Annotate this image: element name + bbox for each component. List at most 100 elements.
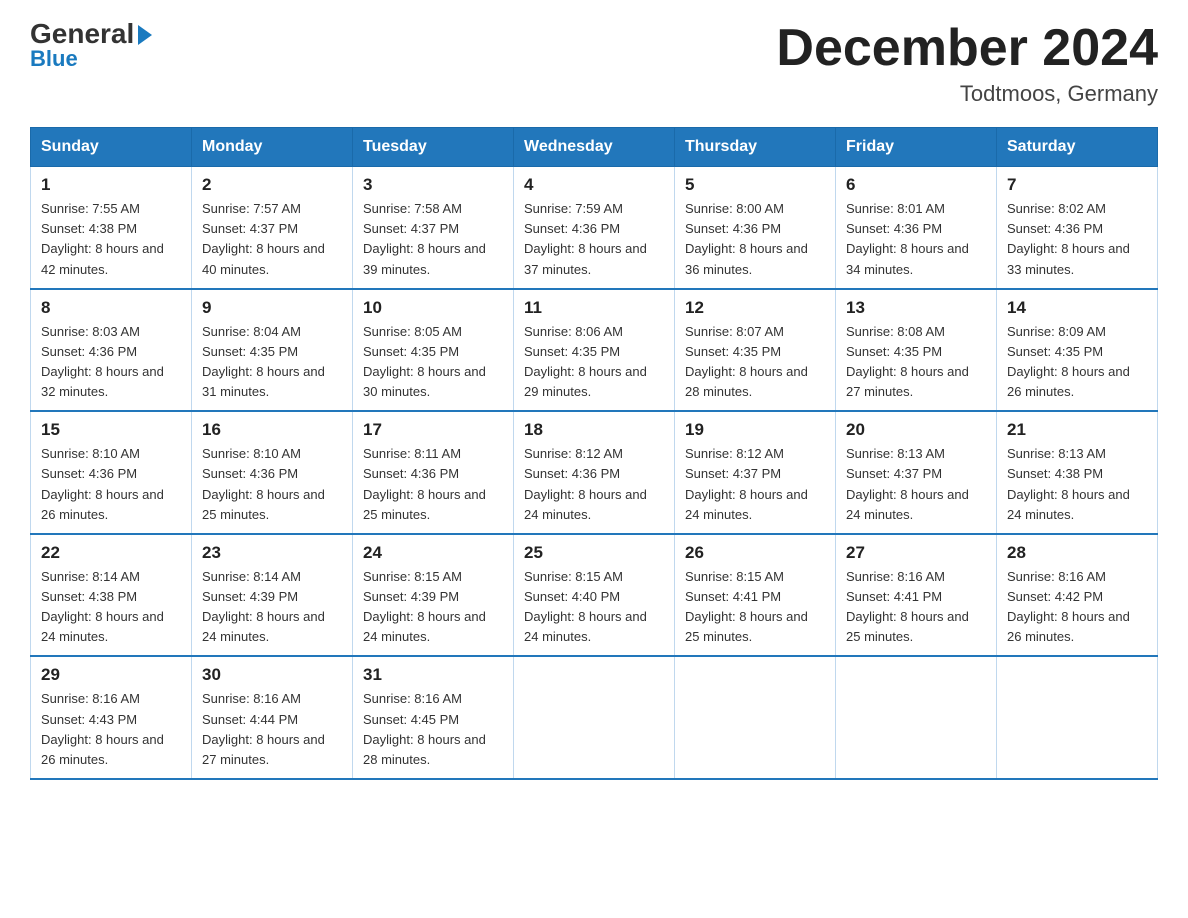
- day-info: Sunrise: 8:06 AM Sunset: 4:35 PM Dayligh…: [524, 322, 664, 403]
- days-header-row: SundayMondayTuesdayWednesdayThursdayFrid…: [31, 128, 1158, 167]
- day-number: 10: [363, 298, 503, 318]
- day-info: Sunrise: 8:15 AM Sunset: 4:41 PM Dayligh…: [685, 567, 825, 648]
- day-number: 6: [846, 175, 986, 195]
- day-info: Sunrise: 8:16 AM Sunset: 4:41 PM Dayligh…: [846, 567, 986, 648]
- day-cell: 1 Sunrise: 7:55 AM Sunset: 4:38 PM Dayli…: [31, 167, 192, 289]
- day-number: 7: [1007, 175, 1147, 195]
- day-info: Sunrise: 7:57 AM Sunset: 4:37 PM Dayligh…: [202, 199, 342, 280]
- day-info: Sunrise: 8:09 AM Sunset: 4:35 PM Dayligh…: [1007, 322, 1147, 403]
- day-number: 2: [202, 175, 342, 195]
- day-info: Sunrise: 8:01 AM Sunset: 4:36 PM Dayligh…: [846, 199, 986, 280]
- day-header-monday: Monday: [192, 128, 353, 167]
- day-info: Sunrise: 8:10 AM Sunset: 4:36 PM Dayligh…: [41, 444, 181, 525]
- day-number: 9: [202, 298, 342, 318]
- day-number: 19: [685, 420, 825, 440]
- day-info: Sunrise: 8:14 AM Sunset: 4:39 PM Dayligh…: [202, 567, 342, 648]
- day-cell: 20 Sunrise: 8:13 AM Sunset: 4:37 PM Dayl…: [836, 411, 997, 534]
- title-block: December 2024 Todtmoos, Germany: [776, 20, 1158, 107]
- day-cell: 15 Sunrise: 8:10 AM Sunset: 4:36 PM Dayl…: [31, 411, 192, 534]
- day-number: 15: [41, 420, 181, 440]
- day-cell: 31 Sunrise: 8:16 AM Sunset: 4:45 PM Dayl…: [353, 656, 514, 779]
- day-number: 3: [363, 175, 503, 195]
- month-title: December 2024: [776, 20, 1158, 77]
- day-info: Sunrise: 8:07 AM Sunset: 4:35 PM Dayligh…: [685, 322, 825, 403]
- day-info: Sunrise: 8:04 AM Sunset: 4:35 PM Dayligh…: [202, 322, 342, 403]
- day-cell: [836, 656, 997, 779]
- day-cell: 13 Sunrise: 8:08 AM Sunset: 4:35 PM Dayl…: [836, 289, 997, 412]
- day-info: Sunrise: 8:13 AM Sunset: 4:38 PM Dayligh…: [1007, 444, 1147, 525]
- day-info: Sunrise: 8:12 AM Sunset: 4:37 PM Dayligh…: [685, 444, 825, 525]
- day-cell: 22 Sunrise: 8:14 AM Sunset: 4:38 PM Dayl…: [31, 534, 192, 657]
- day-info: Sunrise: 8:15 AM Sunset: 4:40 PM Dayligh…: [524, 567, 664, 648]
- day-number: 26: [685, 543, 825, 563]
- day-cell: 27 Sunrise: 8:16 AM Sunset: 4:41 PM Dayl…: [836, 534, 997, 657]
- day-info: Sunrise: 8:12 AM Sunset: 4:36 PM Dayligh…: [524, 444, 664, 525]
- day-number: 21: [1007, 420, 1147, 440]
- day-cell: 16 Sunrise: 8:10 AM Sunset: 4:36 PM Dayl…: [192, 411, 353, 534]
- day-cell: 30 Sunrise: 8:16 AM Sunset: 4:44 PM Dayl…: [192, 656, 353, 779]
- day-header-tuesday: Tuesday: [353, 128, 514, 167]
- day-cell: 17 Sunrise: 8:11 AM Sunset: 4:36 PM Dayl…: [353, 411, 514, 534]
- day-cell: 28 Sunrise: 8:16 AM Sunset: 4:42 PM Dayl…: [997, 534, 1158, 657]
- day-cell: 10 Sunrise: 8:05 AM Sunset: 4:35 PM Dayl…: [353, 289, 514, 412]
- page-header: General Blue December 2024 Todtmoos, Ger…: [30, 20, 1158, 107]
- day-cell: 23 Sunrise: 8:14 AM Sunset: 4:39 PM Dayl…: [192, 534, 353, 657]
- logo-blue-text: Blue: [30, 46, 78, 72]
- day-header-wednesday: Wednesday: [514, 128, 675, 167]
- day-header-friday: Friday: [836, 128, 997, 167]
- day-number: 22: [41, 543, 181, 563]
- day-info: Sunrise: 8:10 AM Sunset: 4:36 PM Dayligh…: [202, 444, 342, 525]
- day-number: 4: [524, 175, 664, 195]
- day-number: 23: [202, 543, 342, 563]
- day-cell: 12 Sunrise: 8:07 AM Sunset: 4:35 PM Dayl…: [675, 289, 836, 412]
- day-number: 8: [41, 298, 181, 318]
- day-info: Sunrise: 8:16 AM Sunset: 4:42 PM Dayligh…: [1007, 567, 1147, 648]
- day-cell: 24 Sunrise: 8:15 AM Sunset: 4:39 PM Dayl…: [353, 534, 514, 657]
- day-cell: 18 Sunrise: 8:12 AM Sunset: 4:36 PM Dayl…: [514, 411, 675, 534]
- day-header-sunday: Sunday: [31, 128, 192, 167]
- day-header-thursday: Thursday: [675, 128, 836, 167]
- day-cell: 8 Sunrise: 8:03 AM Sunset: 4:36 PM Dayli…: [31, 289, 192, 412]
- day-number: 31: [363, 665, 503, 685]
- location: Todtmoos, Germany: [776, 81, 1158, 107]
- week-row-1: 1 Sunrise: 7:55 AM Sunset: 4:38 PM Dayli…: [31, 167, 1158, 289]
- calendar-table: SundayMondayTuesdayWednesdayThursdayFrid…: [30, 127, 1158, 780]
- day-cell: 2 Sunrise: 7:57 AM Sunset: 4:37 PM Dayli…: [192, 167, 353, 289]
- logo: General Blue: [30, 20, 152, 72]
- day-number: 29: [41, 665, 181, 685]
- day-cell: [514, 656, 675, 779]
- day-info: Sunrise: 8:14 AM Sunset: 4:38 PM Dayligh…: [41, 567, 181, 648]
- day-cell: 21 Sunrise: 8:13 AM Sunset: 4:38 PM Dayl…: [997, 411, 1158, 534]
- day-number: 24: [363, 543, 503, 563]
- week-row-2: 8 Sunrise: 8:03 AM Sunset: 4:36 PM Dayli…: [31, 289, 1158, 412]
- day-cell: 4 Sunrise: 7:59 AM Sunset: 4:36 PM Dayli…: [514, 167, 675, 289]
- day-cell: 25 Sunrise: 8:15 AM Sunset: 4:40 PM Dayl…: [514, 534, 675, 657]
- week-row-4: 22 Sunrise: 8:14 AM Sunset: 4:38 PM Dayl…: [31, 534, 1158, 657]
- day-info: Sunrise: 8:16 AM Sunset: 4:43 PM Dayligh…: [41, 689, 181, 770]
- day-number: 25: [524, 543, 664, 563]
- day-info: Sunrise: 8:13 AM Sunset: 4:37 PM Dayligh…: [846, 444, 986, 525]
- day-number: 27: [846, 543, 986, 563]
- day-cell: [997, 656, 1158, 779]
- day-info: Sunrise: 8:00 AM Sunset: 4:36 PM Dayligh…: [685, 199, 825, 280]
- day-number: 17: [363, 420, 503, 440]
- day-header-saturday: Saturday: [997, 128, 1158, 167]
- day-cell: 14 Sunrise: 8:09 AM Sunset: 4:35 PM Dayl…: [997, 289, 1158, 412]
- day-info: Sunrise: 8:16 AM Sunset: 4:45 PM Dayligh…: [363, 689, 503, 770]
- day-cell: 26 Sunrise: 8:15 AM Sunset: 4:41 PM Dayl…: [675, 534, 836, 657]
- day-number: 28: [1007, 543, 1147, 563]
- day-cell: 6 Sunrise: 8:01 AM Sunset: 4:36 PM Dayli…: [836, 167, 997, 289]
- day-number: 30: [202, 665, 342, 685]
- day-info: Sunrise: 8:03 AM Sunset: 4:36 PM Dayligh…: [41, 322, 181, 403]
- day-info: Sunrise: 8:11 AM Sunset: 4:36 PM Dayligh…: [363, 444, 503, 525]
- day-cell: 3 Sunrise: 7:58 AM Sunset: 4:37 PM Dayli…: [353, 167, 514, 289]
- day-number: 18: [524, 420, 664, 440]
- day-info: Sunrise: 7:59 AM Sunset: 4:36 PM Dayligh…: [524, 199, 664, 280]
- day-cell: 9 Sunrise: 8:04 AM Sunset: 4:35 PM Dayli…: [192, 289, 353, 412]
- day-info: Sunrise: 8:05 AM Sunset: 4:35 PM Dayligh…: [363, 322, 503, 403]
- day-number: 11: [524, 298, 664, 318]
- week-row-3: 15 Sunrise: 8:10 AM Sunset: 4:36 PM Dayl…: [31, 411, 1158, 534]
- day-info: Sunrise: 8:02 AM Sunset: 4:36 PM Dayligh…: [1007, 199, 1147, 280]
- day-info: Sunrise: 7:58 AM Sunset: 4:37 PM Dayligh…: [363, 199, 503, 280]
- day-cell: 19 Sunrise: 8:12 AM Sunset: 4:37 PM Dayl…: [675, 411, 836, 534]
